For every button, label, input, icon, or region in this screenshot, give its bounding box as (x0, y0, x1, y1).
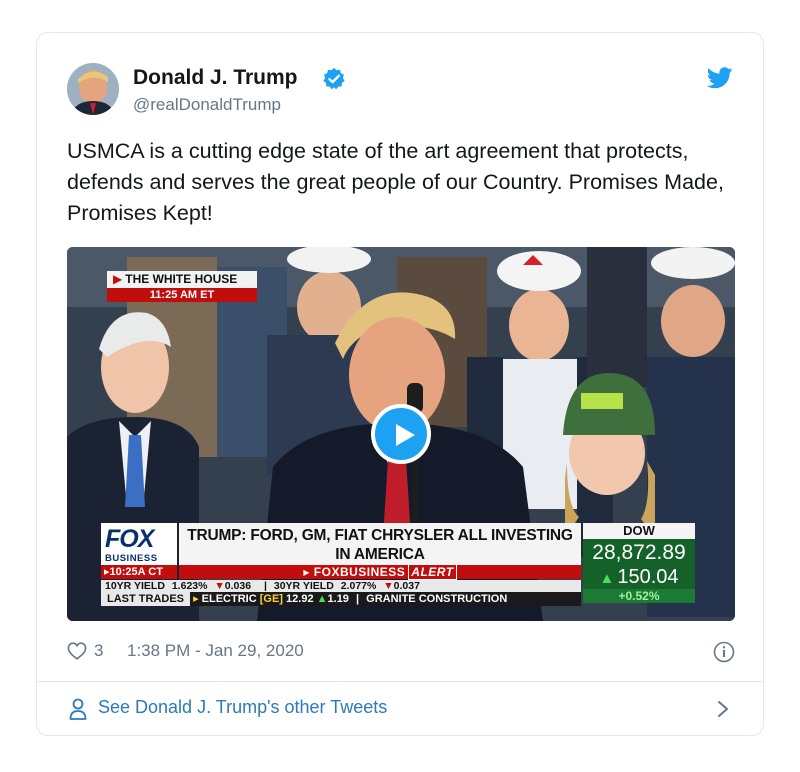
display-name[interactable]: Donald J. Trump (133, 66, 298, 90)
see-other-tweets-label[interactable]: See Donald J. Trump's other Tweets (98, 697, 387, 718)
news-headline: TRUMP: FORD, GM, FIAT CHRYSLER ALL INVES… (179, 523, 581, 565)
user-handle[interactable]: @realDonaldTrump (133, 95, 281, 115)
play-icon (396, 424, 415, 446)
like-count[interactable]: 3 (94, 641, 103, 661)
tweet-text: USMCA is a cutting edge state of the art… (67, 139, 724, 225)
timestamp[interactable]: 1:38 PM - Jan 29, 2020 (127, 641, 304, 661)
dow-percent: +0.52% (583, 589, 695, 603)
location-time: 11:25 AM ET (107, 288, 257, 302)
chevron-right-icon (718, 701, 728, 717)
dow-label: DOW (583, 523, 695, 539)
dow-change: ▲ 150.04 (583, 566, 695, 589)
network-sub: BUSINESS (105, 553, 158, 564)
info-icon[interactable] (713, 641, 735, 663)
twitter-bird-icon[interactable] (707, 67, 733, 89)
avatar[interactable] (67, 63, 119, 115)
heart-icon[interactable] (67, 642, 87, 660)
alert-bar: ▸ FOXBUSINESS ALERT (179, 564, 581, 580)
yield-ticker: 10YR YIELD 1.623% ▼0.036 | 30YR YIELD 2.… (101, 580, 581, 592)
location-tag: ▶ THE WHITE HOUSE 11:25 AM ET (107, 271, 257, 303)
video-player[interactable]: ▶ THE WHITE HOUSE 11:25 AM ET FOX BUSINES… (67, 247, 735, 621)
broadcast-time: ▸10:25A CT (101, 565, 177, 579)
network-name: FOX (105, 525, 154, 553)
dow-value: 28,872.89 (583, 539, 695, 566)
play-button[interactable] (371, 404, 431, 464)
person-icon (69, 698, 87, 720)
dow-box: DOW 28,872.89 ▲ 150.04 +0.52% (583, 523, 695, 603)
network-logo: FOX BUSINESS ▸10:25A CT (101, 523, 177, 579)
tweet-card: Donald J. Trump @realDonaldTrump USMCA i… (36, 32, 764, 736)
tweet-meta: 3 1:38 PM - Jan 29, 2020 (67, 640, 735, 664)
trades-ticker: LAST TRADES ▸ ELECTRIC [GE] 12.92 ▲1.19 … (101, 592, 581, 606)
news-lower-third: FOX BUSINESS ▸10:25A CT TRUMP: FORD, GM,… (101, 523, 695, 617)
verified-badge-icon (323, 68, 345, 90)
location-label: THE WHITE HOUSE (125, 272, 238, 286)
see-other-tweets-link[interactable]: See Donald J. Trump's other Tweets (37, 682, 763, 736)
